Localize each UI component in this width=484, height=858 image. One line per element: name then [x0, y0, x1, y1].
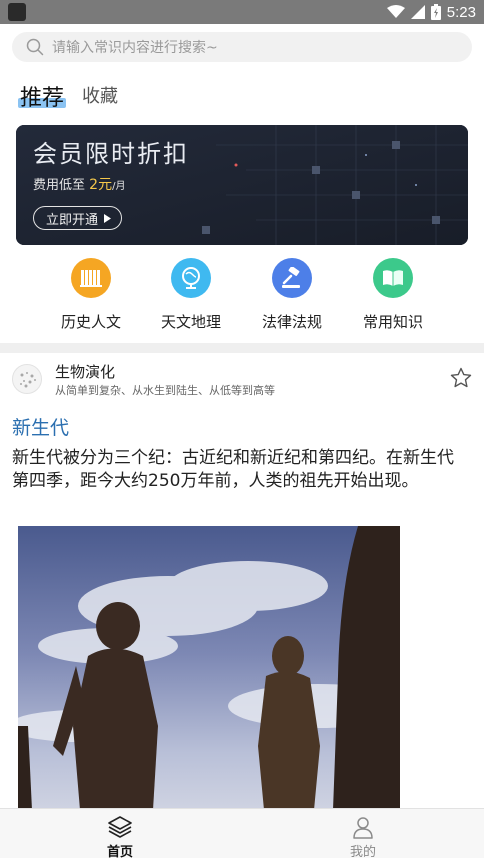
globe-icon: [171, 258, 211, 298]
category-label: 天文地理: [160, 313, 221, 331]
article-image[interactable]: [18, 526, 400, 810]
banner-unit: /月: [112, 181, 126, 192]
vip-banner[interactable]: 会员限时折扣 费用低至 2元/月 立即开通: [16, 125, 468, 245]
banner-price: 2元: [89, 177, 113, 193]
tab-bar: 推荐 收藏: [18, 76, 118, 112]
article-title[interactable]: 新生代: [12, 413, 69, 440]
nav-mine[interactable]: 我的: [303, 809, 423, 858]
card-author-description: 从简单到复杂、从水生到陆生、从低等到高等: [55, 384, 275, 397]
category-grid: 历史人文 天文地理 法律法规 常用知识: [0, 258, 484, 338]
avatar[interactable]: [12, 364, 42, 394]
books-icon: [71, 258, 111, 298]
book-icon: [373, 258, 413, 298]
category-label: 常用知识: [362, 313, 423, 331]
activate-now-label: 立即开通: [46, 212, 99, 228]
search-placeholder: 请输入常识内容进行搜索~: [52, 40, 218, 56]
layers-icon: [108, 816, 132, 838]
category-label: 历史人文: [60, 313, 121, 331]
status-bar-right: 5:23: [386, 0, 476, 24]
card-author-name[interactable]: 生物演化: [55, 361, 115, 382]
category-history[interactable]: 历史人文: [46, 258, 136, 332]
banner-subtitle: 费用低至 2元/月: [33, 174, 125, 194]
tab-recommend[interactable]: 推荐: [18, 80, 67, 112]
activate-now-button[interactable]: 立即开通: [33, 206, 123, 230]
gavel-icon: [272, 258, 312, 298]
tab-recommend-label: 推荐: [20, 86, 65, 111]
status-bar: 5:23: [0, 0, 484, 24]
banner-title: 会员限时折扣: [33, 140, 189, 168]
user-icon: [353, 817, 373, 839]
nav-home[interactable]: 首页: [60, 809, 180, 858]
category-label: 法律法规: [261, 313, 322, 331]
favorite-star-icon[interactable]: [450, 367, 472, 389]
status-time: 5:23: [446, 3, 476, 21]
bottom-nav-bar: 首页 我的: [0, 808, 484, 858]
article-body: 新生代被分为三个纪：古近纪和新近纪和第四纪。在新生代第四季，距今大约250万年前…: [12, 448, 454, 491]
battery-icon: [430, 4, 441, 20]
category-geography[interactable]: 天文地理: [146, 258, 236, 332]
search-input[interactable]: 请输入常识内容进行搜索~: [12, 32, 472, 62]
category-law[interactable]: 法律法规: [247, 258, 337, 332]
signal-icon: [410, 5, 425, 19]
tab-favorites[interactable]: 收藏: [82, 82, 118, 112]
category-common-knowledge[interactable]: 常用知识: [348, 258, 438, 332]
section-divider: [0, 343, 484, 353]
search-icon: [26, 38, 44, 56]
card-header: 生物演化 从简单到复杂、从水生到陆生、从低等到高等: [0, 360, 484, 400]
banner-subtitle-prefix: 费用低至: [33, 178, 86, 193]
play-arrow-icon: [104, 213, 112, 223]
wifi-icon: [386, 5, 405, 18]
app-notification-icon: [8, 3, 26, 21]
nav-mine-label: 我的: [349, 845, 376, 858]
nav-home-label: 首页: [106, 845, 133, 858]
